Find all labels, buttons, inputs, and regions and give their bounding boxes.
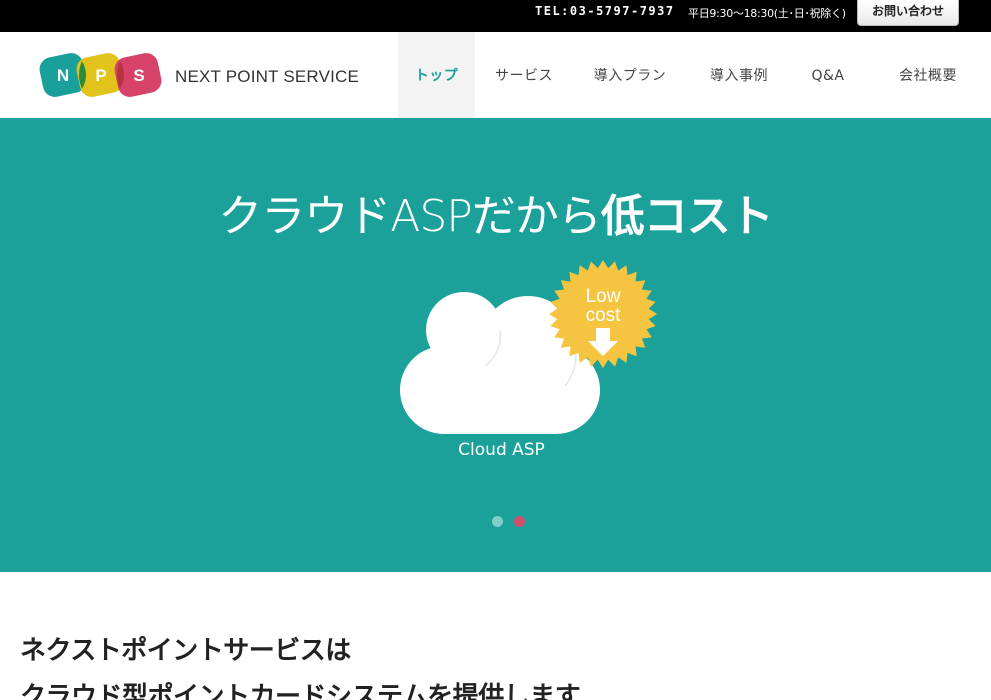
nav-item-cases[interactable]: 導入事例 xyxy=(687,32,791,118)
badge-text-cost: cost xyxy=(586,305,622,326)
contact-button[interactable]: お問い合わせ xyxy=(857,0,959,26)
intro-line-2: クラウド型ポイントカードシステムを提供します xyxy=(20,682,581,700)
hero-title-bold: 低コスト xyxy=(600,191,774,242)
nav-item-service[interactable]: サービス xyxy=(475,32,573,118)
hero-title: クラウドASPだから低コスト xyxy=(0,180,991,244)
nps-logo[interactable]: N P S xyxy=(38,47,168,103)
nav-item-top[interactable]: トップ xyxy=(398,32,475,118)
intro-heading: ネクストポイントサービスは クラウド型ポイントカードシステムを提供します xyxy=(20,628,581,700)
site-header: N P S NEXT POINT SERVICE トップ サービス 導入プラン … xyxy=(0,32,991,118)
nav-item-company[interactable]: 会社概要 xyxy=(865,32,991,118)
main-nav: トップ サービス 導入プラン 導入事例 Q&A 会社概要 xyxy=(398,32,991,118)
cloud-label: Cloud ASP xyxy=(458,440,545,460)
hero-title-light: クラウドASPだから xyxy=(218,191,602,242)
hero-slider: クラウドASPだから低コスト Low cost Cloud ASP xyxy=(0,118,991,572)
cloud-illustration: Low cost xyxy=(400,260,657,434)
logo-letter-s: S xyxy=(133,66,144,85)
brand-name[interactable]: NEXT POINT SERVICE xyxy=(175,67,359,87)
slider-dot-2[interactable] xyxy=(514,516,525,527)
top-bar: TEL:03-5797-7937 平日9:30〜18:30(土･日･祝除く) お… xyxy=(0,0,991,32)
nav-item-plan[interactable]: 導入プラン xyxy=(573,32,687,118)
logo-letter-n: N xyxy=(57,66,69,85)
badge-text-low: Low xyxy=(586,286,621,307)
logo-letter-p: P xyxy=(95,66,106,85)
business-hours: 平日9:30〜18:30(土･日･祝除く) xyxy=(688,7,846,20)
intro-line-1: ネクストポイントサービスは xyxy=(20,636,351,666)
slider-dot-1[interactable] xyxy=(492,516,503,527)
phone-number: TEL:03-5797-7937 xyxy=(535,4,675,18)
slider-pagination xyxy=(492,516,525,527)
nav-item-qa[interactable]: Q&A xyxy=(791,32,865,118)
